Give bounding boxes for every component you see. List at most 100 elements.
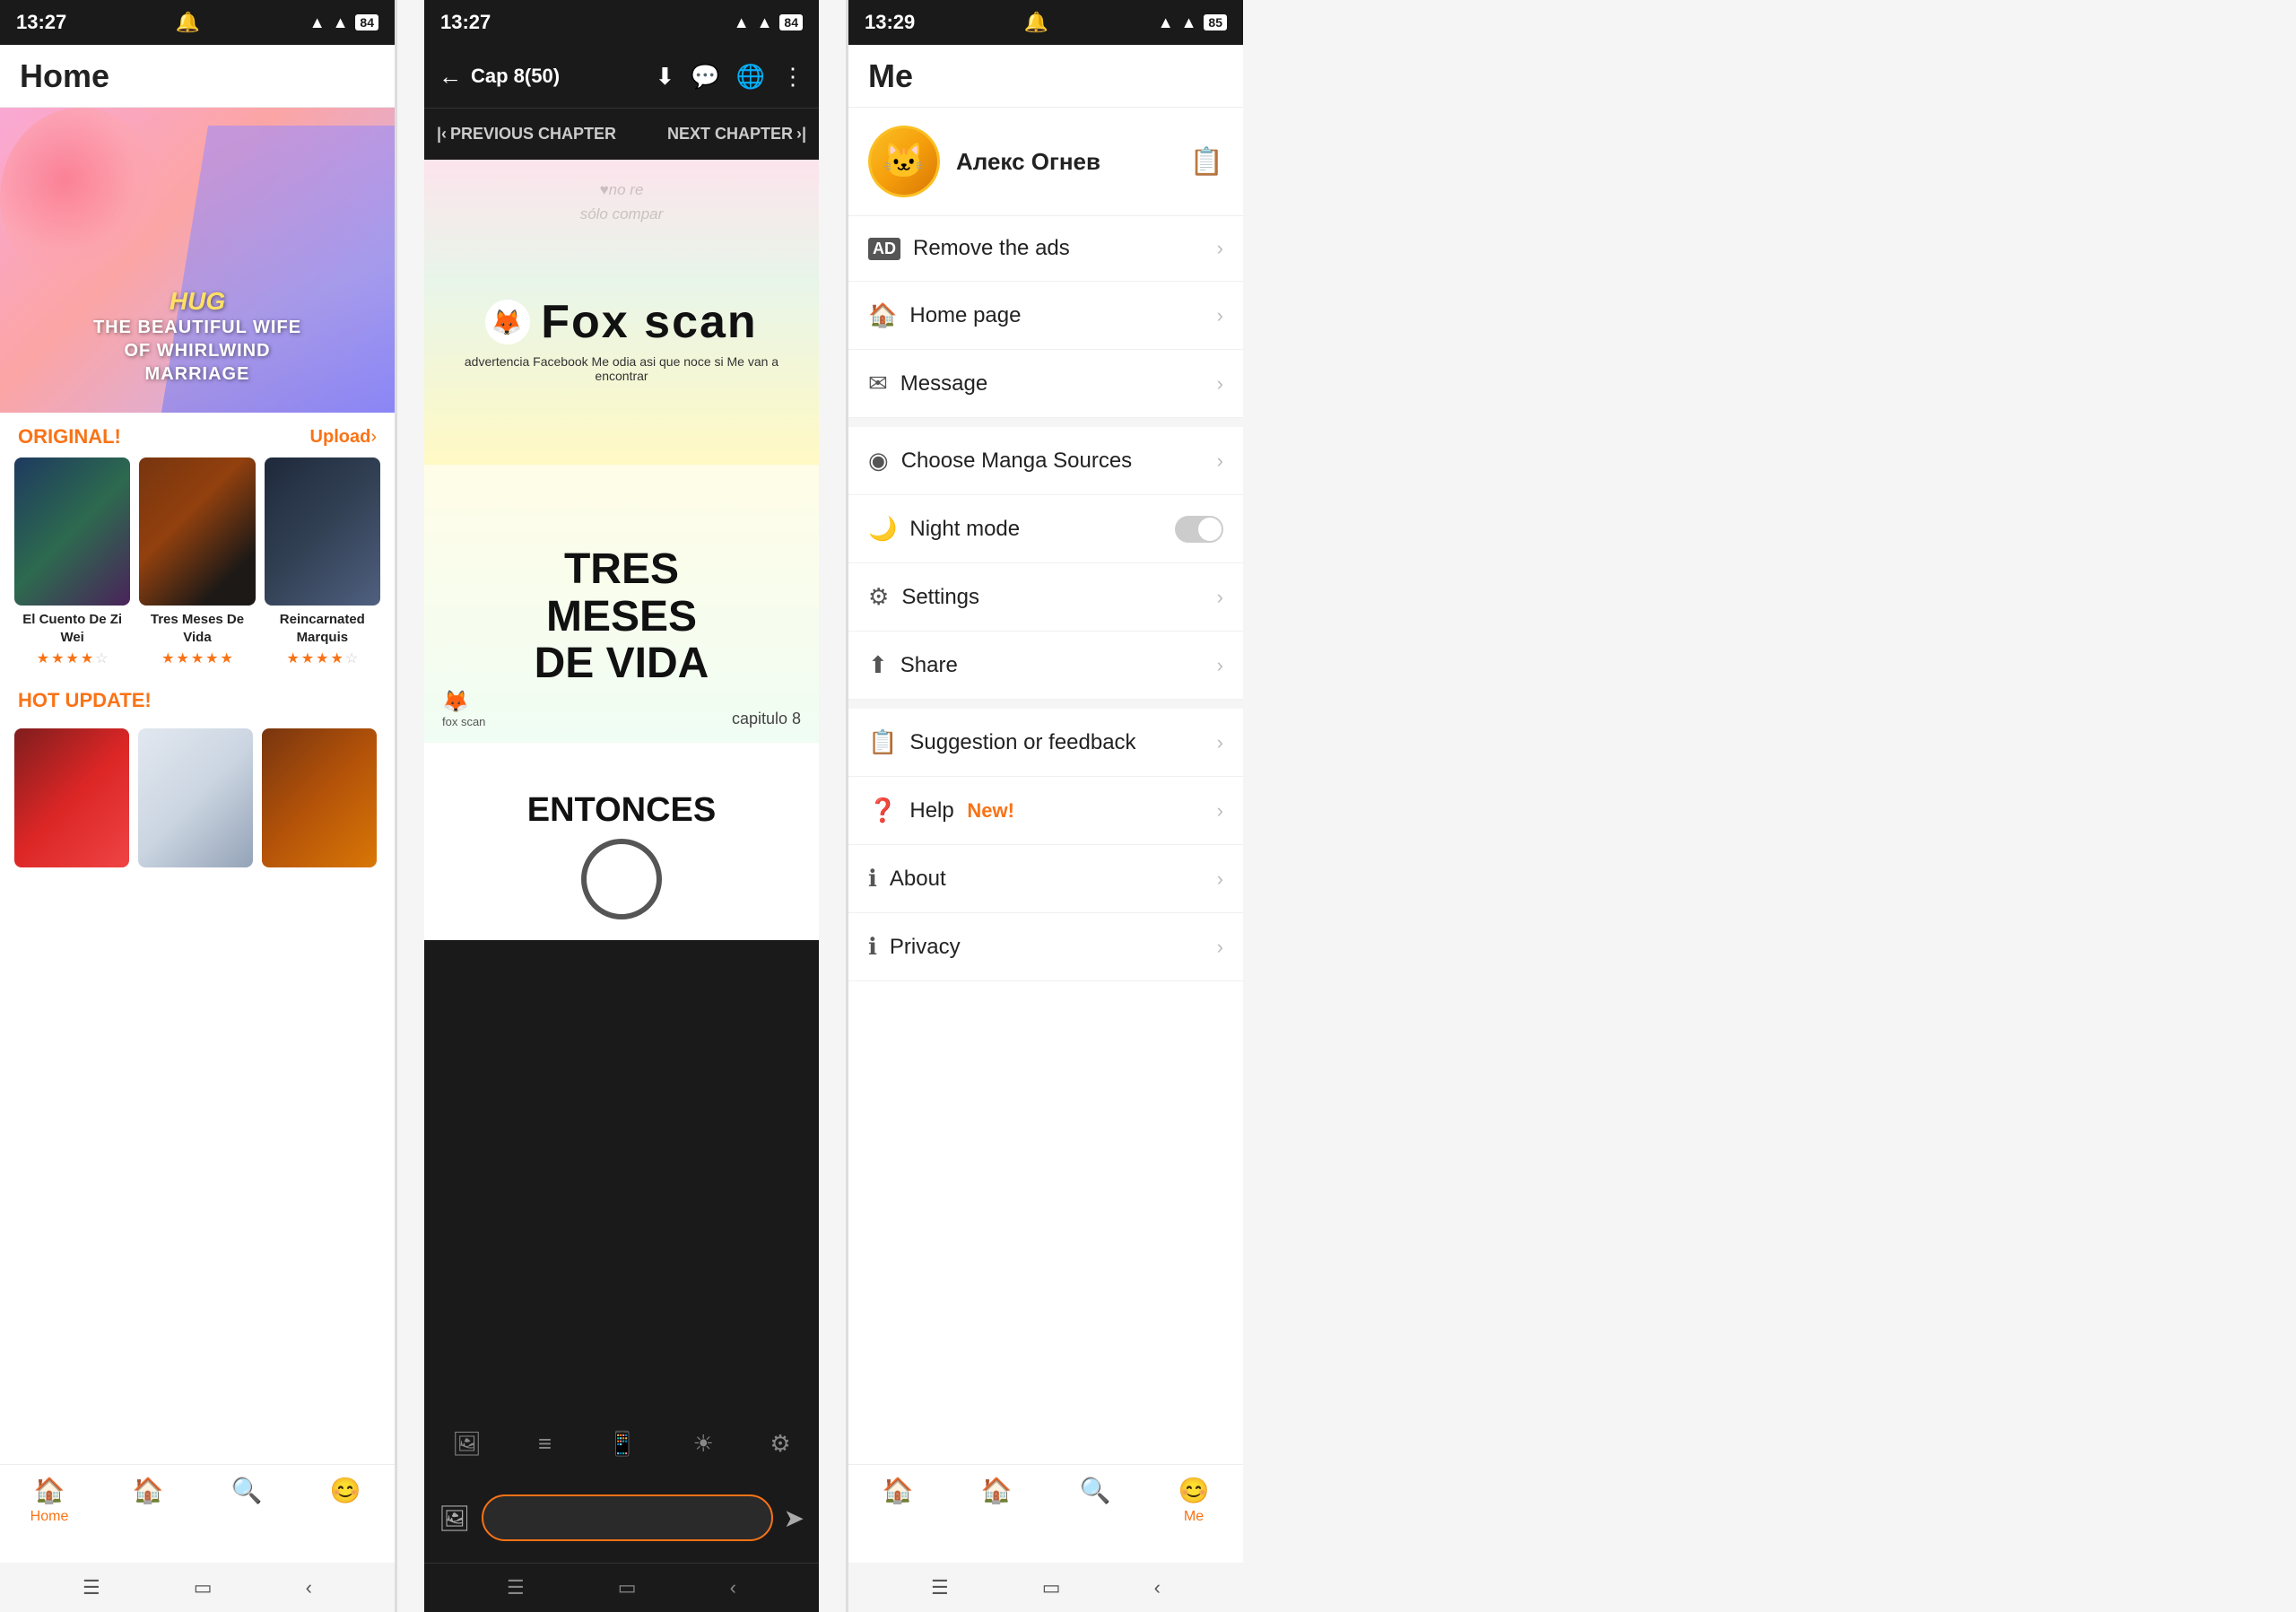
menu-icon[interactable]: ☰: [83, 1576, 100, 1599]
menu-item-manga-sources[interactable]: ◉ Choose Manga Sources ›: [848, 427, 1243, 495]
menu-item-night-mode[interactable]: 🌙 Night mode: [848, 495, 1243, 563]
right-nav-search[interactable]: 🔍: [1046, 1476, 1144, 1505]
manga-card-1[interactable]: El Cuento De Zi Wei ★ ★ ★ ★ ☆: [14, 457, 130, 667]
right-wifi-icon: ▲: [1181, 13, 1197, 32]
left-bottom-nav: 🏠 Home 🏠 🔍 😊: [0, 1464, 395, 1563]
square-icon[interactable]: ▭: [194, 1576, 213, 1599]
more-icon[interactable]: ⋮: [781, 63, 804, 91]
mid-screen: 13:27 ▲ ▲ 84 ← Cap 8(50) ⬇ 💬 🌐 ⋮ |‹ PREV…: [424, 0, 819, 1612]
mid-menu-icon[interactable]: ☰: [507, 1576, 525, 1599]
mid-back-icon[interactable]: ‹: [730, 1576, 736, 1599]
prev-chapter-button[interactable]: |‹ PREVIOUS CHAPTER: [437, 125, 616, 144]
right-back-icon[interactable]: ‹: [1154, 1576, 1161, 1599]
menu-label-share: Share: [900, 653, 1217, 678]
menu-item-help[interactable]: ❓ Help New! ›: [848, 777, 1243, 845]
star: ☆: [95, 649, 108, 667]
fox-scan-subtitle: advertencia Facebook Me odia asi que noc…: [424, 354, 819, 383]
left-nav-search[interactable]: 🔍: [197, 1476, 296, 1509]
star: ★: [205, 649, 218, 667]
menu-label-feedback: Suggestion or feedback: [909, 730, 1216, 755]
back-icon[interactable]: ‹: [306, 1576, 312, 1599]
chapters-icon[interactable]: ≡: [538, 1430, 552, 1458]
original-section-header: ORIGINAL! Upload ›: [0, 413, 395, 457]
left-status-icons: ▲ ▲ 84: [309, 13, 378, 32]
right-home-icon: 🏠: [883, 1476, 914, 1505]
manga-card-3[interactable]: Reincarnated Marquis ★ ★ ★ ★ ☆: [265, 457, 380, 667]
right-menu-icon[interactable]: ☰: [931, 1576, 949, 1599]
image-attach-icon[interactable]: 🖼: [439, 1503, 471, 1533]
original-label: ORIGINAL!: [18, 425, 121, 449]
left-nav-me[interactable]: 😊: [296, 1476, 395, 1509]
comment-icon[interactable]: 💬: [691, 63, 719, 91]
next-ch-label: NEXT CHAPTER: [667, 125, 793, 144]
menu-arrow: ›: [1217, 449, 1223, 473]
mid-signal-icon: ▲: [734, 13, 750, 32]
star: ★: [176, 649, 188, 667]
hot-thumb-2[interactable]: [138, 728, 253, 867]
profile-edit-icon[interactable]: 📋: [1190, 146, 1223, 178]
menu-item-settings[interactable]: ⚙ Settings ›: [848, 563, 1243, 632]
chapter-nav: |‹ PREVIOUS CHAPTER NEXT CHAPTER ›|: [424, 108, 819, 160]
brightness-icon[interactable]: ☀: [693, 1430, 714, 1458]
avatar-cat-icon: 🐱: [883, 142, 925, 181]
upload-link[interactable]: Upload: [310, 427, 371, 448]
menu-arrow: ›: [1217, 237, 1223, 260]
left-nav-library[interactable]: 🏠: [99, 1476, 197, 1509]
right-status-bar: 13:29 🔔 ▲ ▲ 85: [848, 0, 1243, 45]
mid-square-icon[interactable]: ▭: [618, 1576, 637, 1599]
manga-title-3: Reincarnated Marquis: [265, 611, 380, 646]
right-square-icon[interactable]: ▭: [1042, 1576, 1061, 1599]
language-icon[interactable]: 🌐: [736, 63, 765, 91]
left-nav-home[interactable]: 🏠 Home: [0, 1476, 99, 1525]
menu-item-share[interactable]: ⬆ Share ›: [848, 632, 1243, 700]
comment-input[interactable]: [482, 1494, 773, 1541]
star: ★: [316, 649, 328, 667]
right-search-icon: 🔍: [1080, 1476, 1111, 1505]
star: ★: [330, 649, 343, 667]
right-status-icon: 🔔: [1024, 11, 1048, 34]
hot-thumb-1[interactable]: [14, 728, 129, 867]
next-chapter-button[interactable]: NEXT CHAPTER ›|: [667, 125, 806, 144]
right-system-bar: ☰ ▭ ‹: [848, 1563, 1243, 1612]
prev-ch-label: PREVIOUS CHAPTER: [450, 125, 616, 144]
ad-icon: AD: [868, 238, 900, 260]
menu-item-message[interactable]: ✉ Message ›: [848, 350, 1243, 418]
menu-item-about[interactable]: ℹ About ›: [848, 845, 1243, 913]
settings-icon: ⚙: [868, 583, 889, 611]
menu-item-feedback[interactable]: 📋 Suggestion or feedback ›: [848, 709, 1243, 777]
menu-item-remove-ads[interactable]: AD Remove the ads ›: [848, 216, 1243, 282]
star: ★: [65, 649, 78, 667]
mid-back-button[interactable]: ←: [439, 63, 462, 91]
share-icon: ⬆: [868, 651, 888, 679]
menu-item-privacy[interactable]: ℹ Privacy ›: [848, 913, 1243, 981]
right-battery: 85: [1204, 14, 1227, 30]
stars-3: ★ ★ ★ ★ ☆: [265, 649, 380, 667]
menu-item-home-page[interactable]: 🏠 Home page ›: [848, 282, 1243, 350]
star: ★: [37, 649, 49, 667]
settings-icon[interactable]: ⚙: [770, 1430, 790, 1458]
help-new-badge: New!: [967, 799, 1014, 822]
reader-icon[interactable]: 📱: [608, 1430, 637, 1458]
left-status-icon: 🔔: [176, 11, 200, 34]
star: ★: [221, 649, 233, 667]
hot-thumb-3[interactable]: [262, 728, 377, 867]
menu-arrow: ›: [1217, 304, 1223, 327]
right-time: 13:29: [865, 11, 915, 34]
right-nav-home[interactable]: 🏠: [848, 1476, 947, 1505]
mid-status-bar: 13:27 ▲ ▲ 84: [424, 0, 819, 45]
right-nav-library[interactable]: 🏠: [947, 1476, 1046, 1505]
manga-card-2[interactable]: Tres Meses De Vida ★ ★ ★ ★ ★: [139, 457, 255, 667]
menu-arrow: ›: [1217, 731, 1223, 754]
gallery-icon[interactable]: 🖼: [452, 1430, 482, 1458]
menu-arrow: ›: [1217, 586, 1223, 609]
star: ★: [81, 649, 93, 667]
menu-divider-1: [848, 418, 1243, 427]
night-mode-toggle[interactable]: [1175, 516, 1223, 543]
battery-indicator: 84: [355, 14, 378, 30]
mid-wifi-icon: ▲: [757, 13, 773, 32]
right-bottom-nav: 🏠 🏠 🔍 😊 Me: [848, 1464, 1243, 1563]
right-nav-me[interactable]: 😊 Me: [1144, 1476, 1243, 1525]
send-icon[interactable]: ➤: [784, 1503, 804, 1533]
menu-label-settings: Settings: [901, 585, 1216, 610]
download-icon[interactable]: ⬇: [655, 63, 674, 91]
